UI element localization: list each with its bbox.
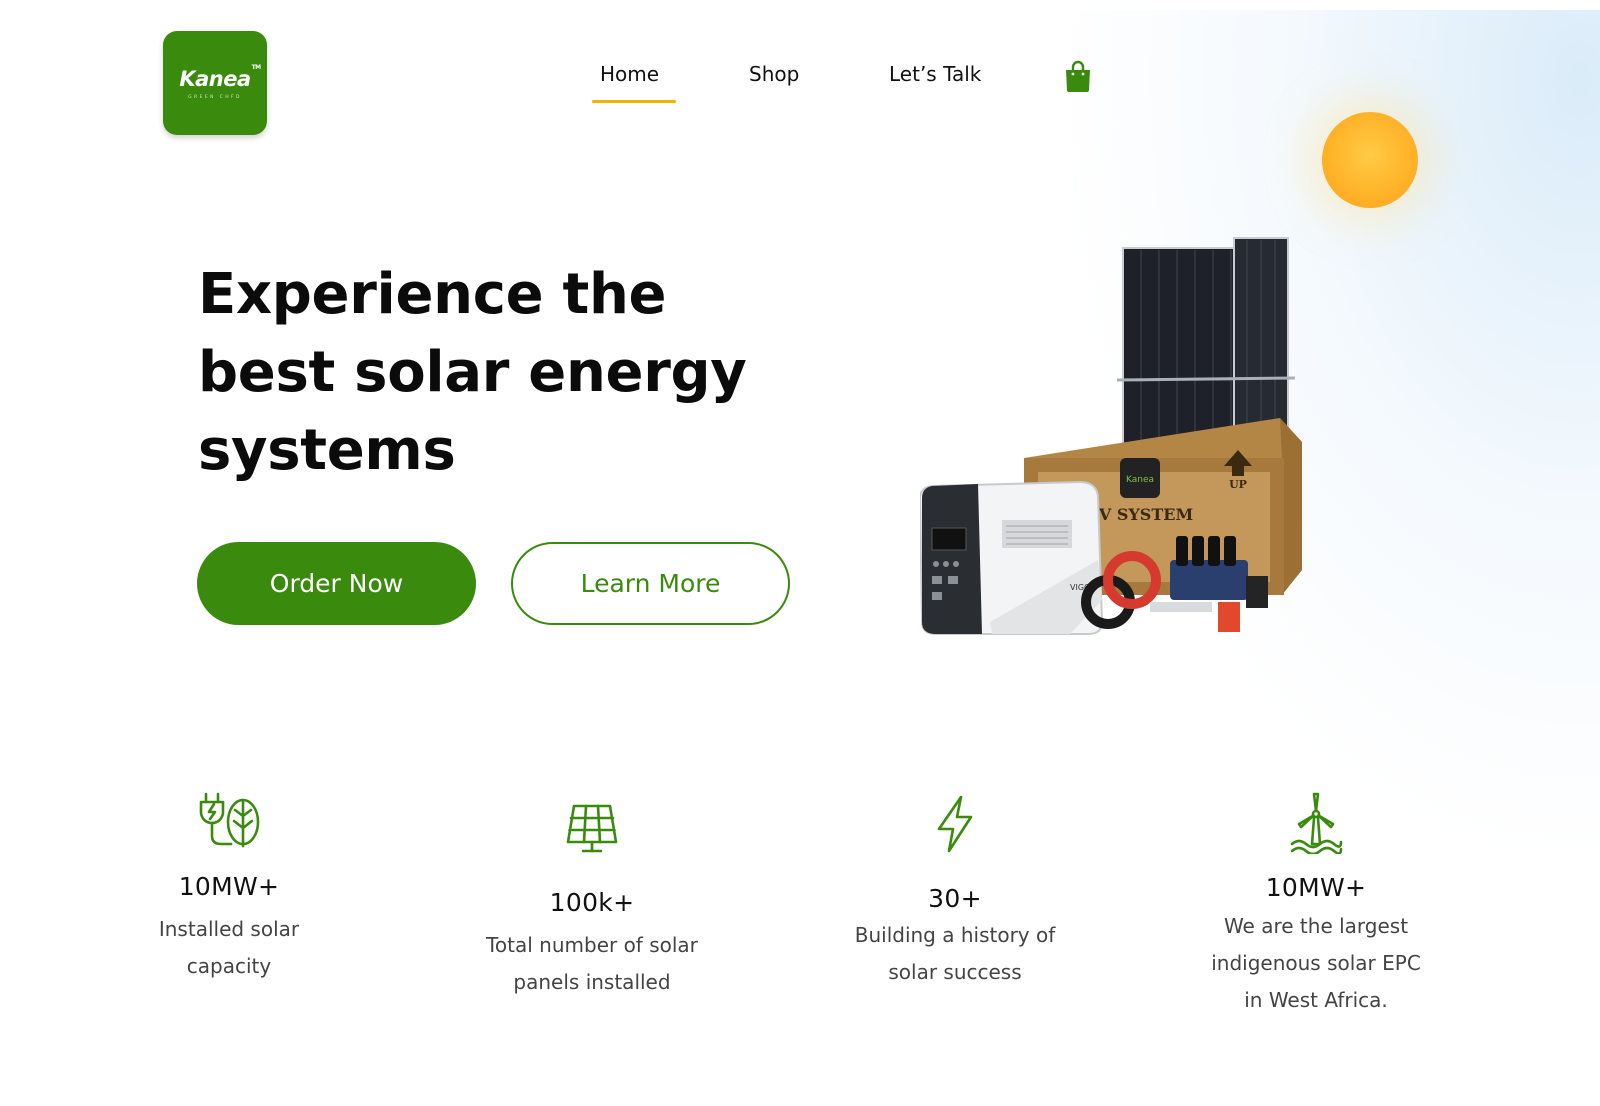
order-now-button[interactable]: Order Now bbox=[197, 542, 476, 625]
stat-label-line: indigenous solar EPC bbox=[1211, 951, 1421, 975]
shopping-bag-icon[interactable] bbox=[1064, 60, 1092, 92]
stat-value: 30+ bbox=[928, 884, 982, 913]
stat-label: Installed solar capacity bbox=[129, 911, 329, 985]
crate-brand-label: Kanea bbox=[1126, 475, 1154, 485]
stat-label-line: panels installed bbox=[513, 970, 671, 994]
stat-item: 10MW+ We are the largest indigenous sola… bbox=[1176, 792, 1456, 1019]
stat-value: 10MW+ bbox=[1265, 873, 1367, 902]
stat-item: 30+ Building a history of solar success bbox=[820, 795, 1090, 991]
active-nav-underline bbox=[592, 100, 676, 103]
stat-label-line: Total number of solar bbox=[486, 933, 698, 957]
hero-title: Experience the best solar energy systems bbox=[198, 256, 818, 490]
stat-label: Building a history of solar success bbox=[820, 917, 1090, 991]
stat-label-line: We are the largest bbox=[1223, 914, 1409, 938]
solar-panel-icon bbox=[566, 804, 618, 853]
nav-item-lets-talk[interactable]: Let’s Talk bbox=[889, 62, 981, 86]
stat-label-line: in West Africa. bbox=[1244, 988, 1388, 1012]
learn-more-button[interactable]: Learn More bbox=[511, 542, 790, 625]
stat-label-line: solar success bbox=[888, 960, 1022, 984]
sun-graphic bbox=[1322, 112, 1418, 208]
stat-item: 10MW+ Installed solar capacity bbox=[129, 792, 329, 985]
stat-label: We are the largest indigenous solar EPC … bbox=[1176, 908, 1456, 1019]
wind-turbine-icon bbox=[1290, 792, 1343, 854]
landing-page: Kanea TM GREEN CHFD Home Shop Let’s Talk … bbox=[0, 0, 1600, 1106]
hero-title-line-2: best solar energy bbox=[198, 340, 747, 405]
top-band bbox=[0, 0, 1600, 10]
stat-label-line: capacity bbox=[186, 954, 272, 978]
nav-item-home[interactable]: Home bbox=[600, 62, 659, 86]
hero-title-line-1: Experience the bbox=[198, 262, 667, 327]
stat-label: Total number of solar panels installed bbox=[462, 927, 722, 1001]
stat-label-line: Installed solar bbox=[158, 917, 300, 941]
lightning-bolt-icon bbox=[937, 795, 973, 853]
stat-value: 10MW+ bbox=[178, 872, 280, 901]
main-nav: Home Shop Let’s Talk bbox=[0, 62, 1600, 104]
portable-power-station: VIGO bbox=[920, 480, 1104, 635]
nav-item-shop[interactable]: Shop bbox=[749, 62, 799, 86]
crate-up-label: UP bbox=[1229, 478, 1247, 491]
stat-item: 100k+ Total number of solar panels insta… bbox=[462, 804, 722, 1001]
plug-leaf-icon bbox=[199, 792, 260, 848]
stat-label-line: Building a history of bbox=[854, 923, 1056, 947]
crate-pv-system-label: PV SYSTEM bbox=[1087, 505, 1193, 524]
stat-value: 100k+ bbox=[549, 888, 635, 917]
solar-kit-product-image: Kanea PV SYSTEM UP VIGO bbox=[920, 237, 1302, 635]
hero-title-line-3: systems bbox=[198, 418, 456, 483]
solar-panels bbox=[1116, 237, 1296, 449]
